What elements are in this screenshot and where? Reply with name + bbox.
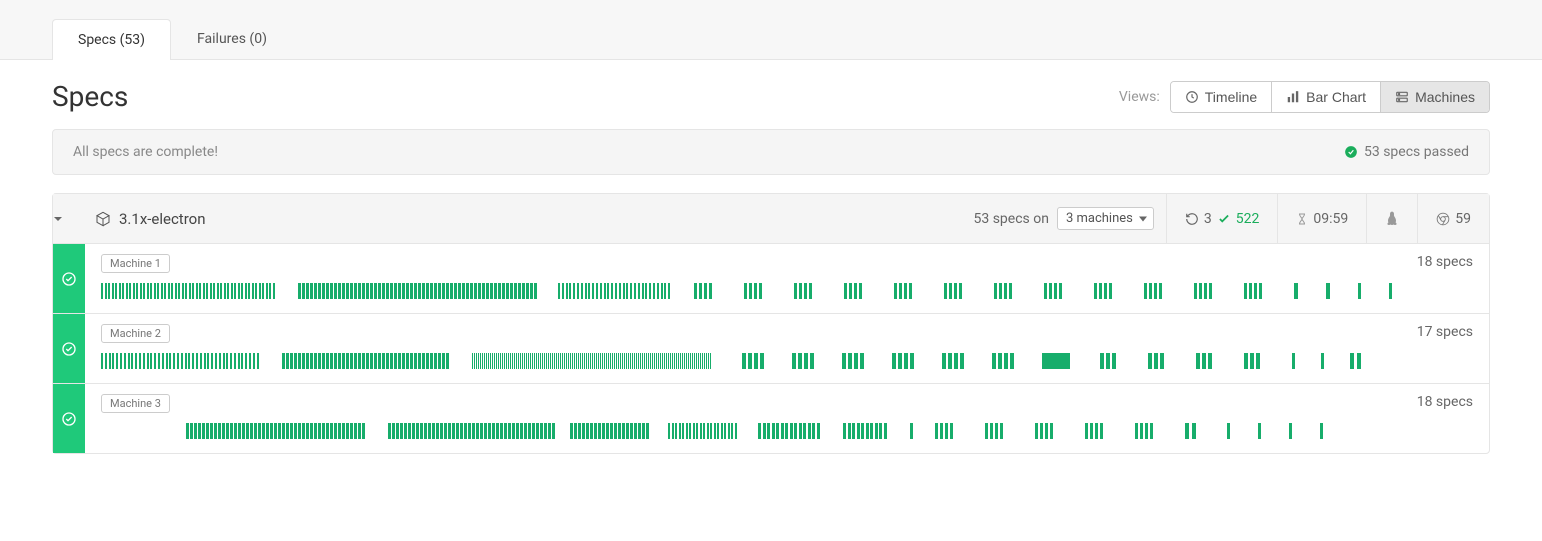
- chrome-icon: [1436, 212, 1450, 226]
- stat-runs-value: 3: [1204, 211, 1212, 227]
- view-machines-button[interactable]: Machines: [1381, 82, 1489, 112]
- stat-duration: 09:59: [1277, 194, 1366, 243]
- machine-timeline[interactable]: [101, 283, 1473, 299]
- linux-icon: [1385, 211, 1399, 227]
- hourglass-icon: [1296, 212, 1308, 226]
- machine-timeline[interactable]: [101, 423, 1473, 439]
- machine-status: [53, 314, 85, 383]
- cube-icon: [95, 211, 111, 227]
- content-area: Specs Views: Timeline Bar Chart Machines…: [0, 60, 1542, 474]
- group-panel: 3.1x-electron 53 specs on 3 machines 3 5…: [52, 193, 1490, 454]
- caret-down-icon: [53, 214, 63, 224]
- machine-status: [53, 384, 85, 453]
- bar-chart-icon: [1286, 90, 1300, 104]
- machines-select[interactable]: 3 machines: [1057, 207, 1154, 230]
- machine-status: [53, 244, 85, 313]
- expand-toggle[interactable]: [53, 214, 85, 224]
- alert-status-text: 53 specs passed: [1364, 144, 1469, 160]
- check-icon: [1217, 212, 1231, 226]
- view-button-group: Timeline Bar Chart Machines: [1170, 81, 1490, 113]
- machine-timeline[interactable]: [101, 353, 1473, 369]
- machine-body: Machine 3 18 specs: [85, 384, 1489, 453]
- view-timeline-label: Timeline: [1205, 89, 1257, 105]
- tab-failures[interactable]: Failures (0): [171, 18, 293, 59]
- server-icon: [1395, 90, 1409, 104]
- clock-icon: [1185, 90, 1199, 104]
- stat-duration-value: 09:59: [1313, 211, 1348, 227]
- check-circle-icon: [1344, 145, 1358, 159]
- tab-specs[interactable]: Specs (53): [52, 19, 171, 60]
- machine-spec-count: 17 specs: [1417, 324, 1473, 340]
- alert-status: 53 specs passed: [1344, 144, 1469, 160]
- stat-passed-value: 522: [1236, 211, 1260, 227]
- machine-spec-count: 18 specs: [1417, 254, 1473, 270]
- top-tabs: Specs (53) Failures (0): [0, 0, 1542, 60]
- views-group: Views: Timeline Bar Chart Machines: [1119, 81, 1490, 113]
- view-machines-label: Machines: [1415, 89, 1475, 105]
- machine-badge: Machine 3: [101, 394, 170, 413]
- specs-on-label: 53 specs on: [974, 211, 1057, 227]
- page-title: Specs: [52, 80, 128, 113]
- machine-spec-count: 18 specs: [1417, 394, 1473, 410]
- check-circle-icon: [61, 341, 77, 357]
- machine-badge: Machine 1: [101, 254, 170, 273]
- views-label: Views:: [1119, 89, 1160, 105]
- group-name-text: 3.1x-electron: [119, 210, 206, 228]
- machine-row: Machine 2 17 specs: [53, 314, 1489, 384]
- view-barchart-button[interactable]: Bar Chart: [1272, 82, 1381, 112]
- header-row: Specs Views: Timeline Bar Chart Machines: [52, 80, 1490, 113]
- stat-runs: 3 522: [1166, 194, 1277, 243]
- stat-browser: 59: [1417, 194, 1489, 243]
- view-barchart-label: Bar Chart: [1306, 89, 1366, 105]
- machine-body: Machine 1 18 specs: [85, 244, 1489, 313]
- alert-message: All specs are complete!: [73, 144, 218, 160]
- status-alert: All specs are complete! 53 specs passed: [52, 129, 1490, 175]
- machine-badge: Machine 2: [101, 324, 170, 343]
- view-timeline-button[interactable]: Timeline: [1171, 82, 1272, 112]
- group-header: 3.1x-electron 53 specs on 3 machines 3 5…: [53, 194, 1489, 244]
- machine-row: Machine 1 18 specs: [53, 244, 1489, 314]
- stat-os: [1366, 194, 1417, 243]
- check-circle-icon: [61, 271, 77, 287]
- group-name: 3.1x-electron: [85, 210, 206, 228]
- stat-browser-value: 59: [1455, 211, 1471, 227]
- check-circle-icon: [61, 411, 77, 427]
- retry-icon: [1185, 212, 1199, 226]
- machine-row: Machine 3 18 specs: [53, 384, 1489, 453]
- machine-body: Machine 2 17 specs: [85, 314, 1489, 383]
